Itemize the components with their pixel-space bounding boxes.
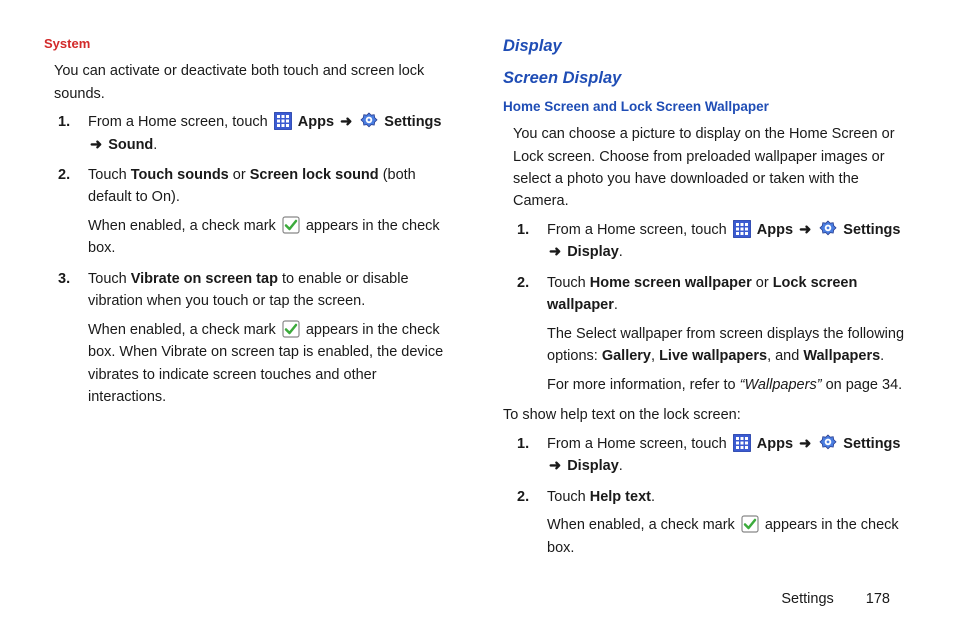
help-intro: To show help text on the lock screen: bbox=[503, 404, 916, 426]
apps-icon bbox=[733, 434, 751, 452]
system-steps: 1. From a Home screen, touch Apps ➜ Sett… bbox=[58, 111, 457, 409]
vibrate-label: Vibrate on screen tap bbox=[131, 271, 278, 287]
step-text: When enabled, a check mark bbox=[88, 218, 276, 234]
settings-label: Settings bbox=[843, 222, 900, 238]
step-text: Touch bbox=[547, 489, 586, 505]
step-sub: The Select wallpaper from screen display… bbox=[547, 323, 916, 368]
step-text: From a Home screen, touch bbox=[547, 222, 727, 238]
display-step-1: 1. From a Home screen, touch Apps ➜ Sett… bbox=[517, 219, 916, 264]
arrow-icon: ➜ bbox=[799, 436, 811, 452]
display-intro: You can choose a picture to display on t… bbox=[513, 123, 916, 213]
step-text: on page 34. bbox=[826, 377, 903, 393]
arrow-icon: ➜ bbox=[799, 222, 811, 238]
live-wallpapers-label: Live wallpapers bbox=[659, 348, 767, 364]
step-text: Touch bbox=[547, 275, 586, 291]
step-text: , and bbox=[767, 348, 799, 364]
system-step-3: 3. Touch Vibrate on screen tap to enable… bbox=[58, 268, 457, 409]
step-sub: When enabled, a check mark appears in th… bbox=[547, 514, 916, 559]
checkmark-icon bbox=[282, 216, 300, 234]
step-sub: For more information, refer to “Wallpape… bbox=[547, 374, 916, 396]
step-text: When enabled, a check mark bbox=[547, 517, 735, 533]
display-step-2: 2. Touch Home screen wallpaper or Lock s… bbox=[517, 272, 916, 396]
touch-sounds-label: Touch sounds bbox=[131, 167, 229, 183]
step-text: or bbox=[233, 167, 246, 183]
screen-lock-sound-label: Screen lock sound bbox=[250, 167, 379, 183]
arrow-icon: ➜ bbox=[340, 114, 352, 130]
apps-label: Apps bbox=[298, 114, 334, 130]
home-wallpaper-label: Home screen wallpaper bbox=[590, 275, 752, 291]
page-footer: Settings 178 bbox=[781, 588, 890, 610]
display-label: Display bbox=[567, 458, 619, 474]
footer-section: Settings bbox=[781, 591, 833, 607]
heading-wallpaper: Home Screen and Lock Screen Wallpaper bbox=[503, 97, 916, 118]
apps-label: Apps bbox=[757, 436, 793, 452]
apps-icon bbox=[733, 220, 751, 238]
help-steps: 1. From a Home screen, touch Apps ➜ Sett… bbox=[517, 433, 916, 559]
step-text: When enabled, a check mark bbox=[88, 322, 276, 338]
system-intro: You can activate or deactivate both touc… bbox=[54, 60, 457, 105]
settings-icon bbox=[819, 434, 837, 452]
help-step-2: 2. Touch Help text. When enabled, a chec… bbox=[517, 486, 916, 559]
arrow-icon: ➜ bbox=[90, 137, 102, 153]
right-column: Display Screen Display Home Screen and L… bbox=[503, 34, 916, 567]
step-text: Touch bbox=[88, 167, 127, 183]
display-label: Display bbox=[567, 244, 619, 260]
heading-screen-display: Screen Display bbox=[503, 66, 916, 92]
heading-display: Display bbox=[503, 34, 916, 60]
step-text: From a Home screen, touch bbox=[88, 114, 268, 130]
step-sub: When enabled, a check mark appears in th… bbox=[88, 215, 457, 260]
step-text: From a Home screen, touch bbox=[547, 436, 727, 452]
sound-label: Sound bbox=[108, 137, 153, 153]
wallpapers-ref: “Wallpapers” bbox=[740, 377, 822, 393]
heading-system: System bbox=[44, 34, 457, 54]
settings-label: Settings bbox=[384, 114, 441, 130]
footer-page-number: 178 bbox=[866, 591, 890, 607]
help-text-label: Help text bbox=[590, 489, 651, 505]
apps-label: Apps bbox=[757, 222, 793, 238]
step-text: or bbox=[756, 275, 769, 291]
gallery-label: Gallery bbox=[602, 348, 651, 364]
step-sub: When enabled, a check mark appears in th… bbox=[88, 319, 457, 409]
checkmark-icon bbox=[282, 320, 300, 338]
step-text: For more information, refer to bbox=[547, 377, 736, 393]
system-step-1: 1. From a Home screen, touch Apps ➜ Sett… bbox=[58, 111, 457, 156]
settings-icon bbox=[819, 220, 837, 238]
arrow-icon: ➜ bbox=[549, 244, 561, 260]
settings-icon bbox=[360, 112, 378, 130]
step-text: Touch bbox=[88, 271, 127, 287]
help-step-1: 1. From a Home screen, touch Apps ➜ Sett… bbox=[517, 433, 916, 478]
arrow-icon: ➜ bbox=[549, 458, 561, 474]
display-steps: 1. From a Home screen, touch Apps ➜ Sett… bbox=[517, 219, 916, 396]
wallpapers-label: Wallpapers bbox=[803, 348, 880, 364]
apps-icon bbox=[274, 112, 292, 130]
system-step-2: 2. Touch Touch sounds or Screen lock sou… bbox=[58, 164, 457, 260]
left-column: System You can activate or deactivate bo… bbox=[44, 34, 457, 567]
page-columns: System You can activate or deactivate bo… bbox=[44, 34, 916, 567]
checkmark-icon bbox=[741, 515, 759, 533]
settings-label: Settings bbox=[843, 436, 900, 452]
